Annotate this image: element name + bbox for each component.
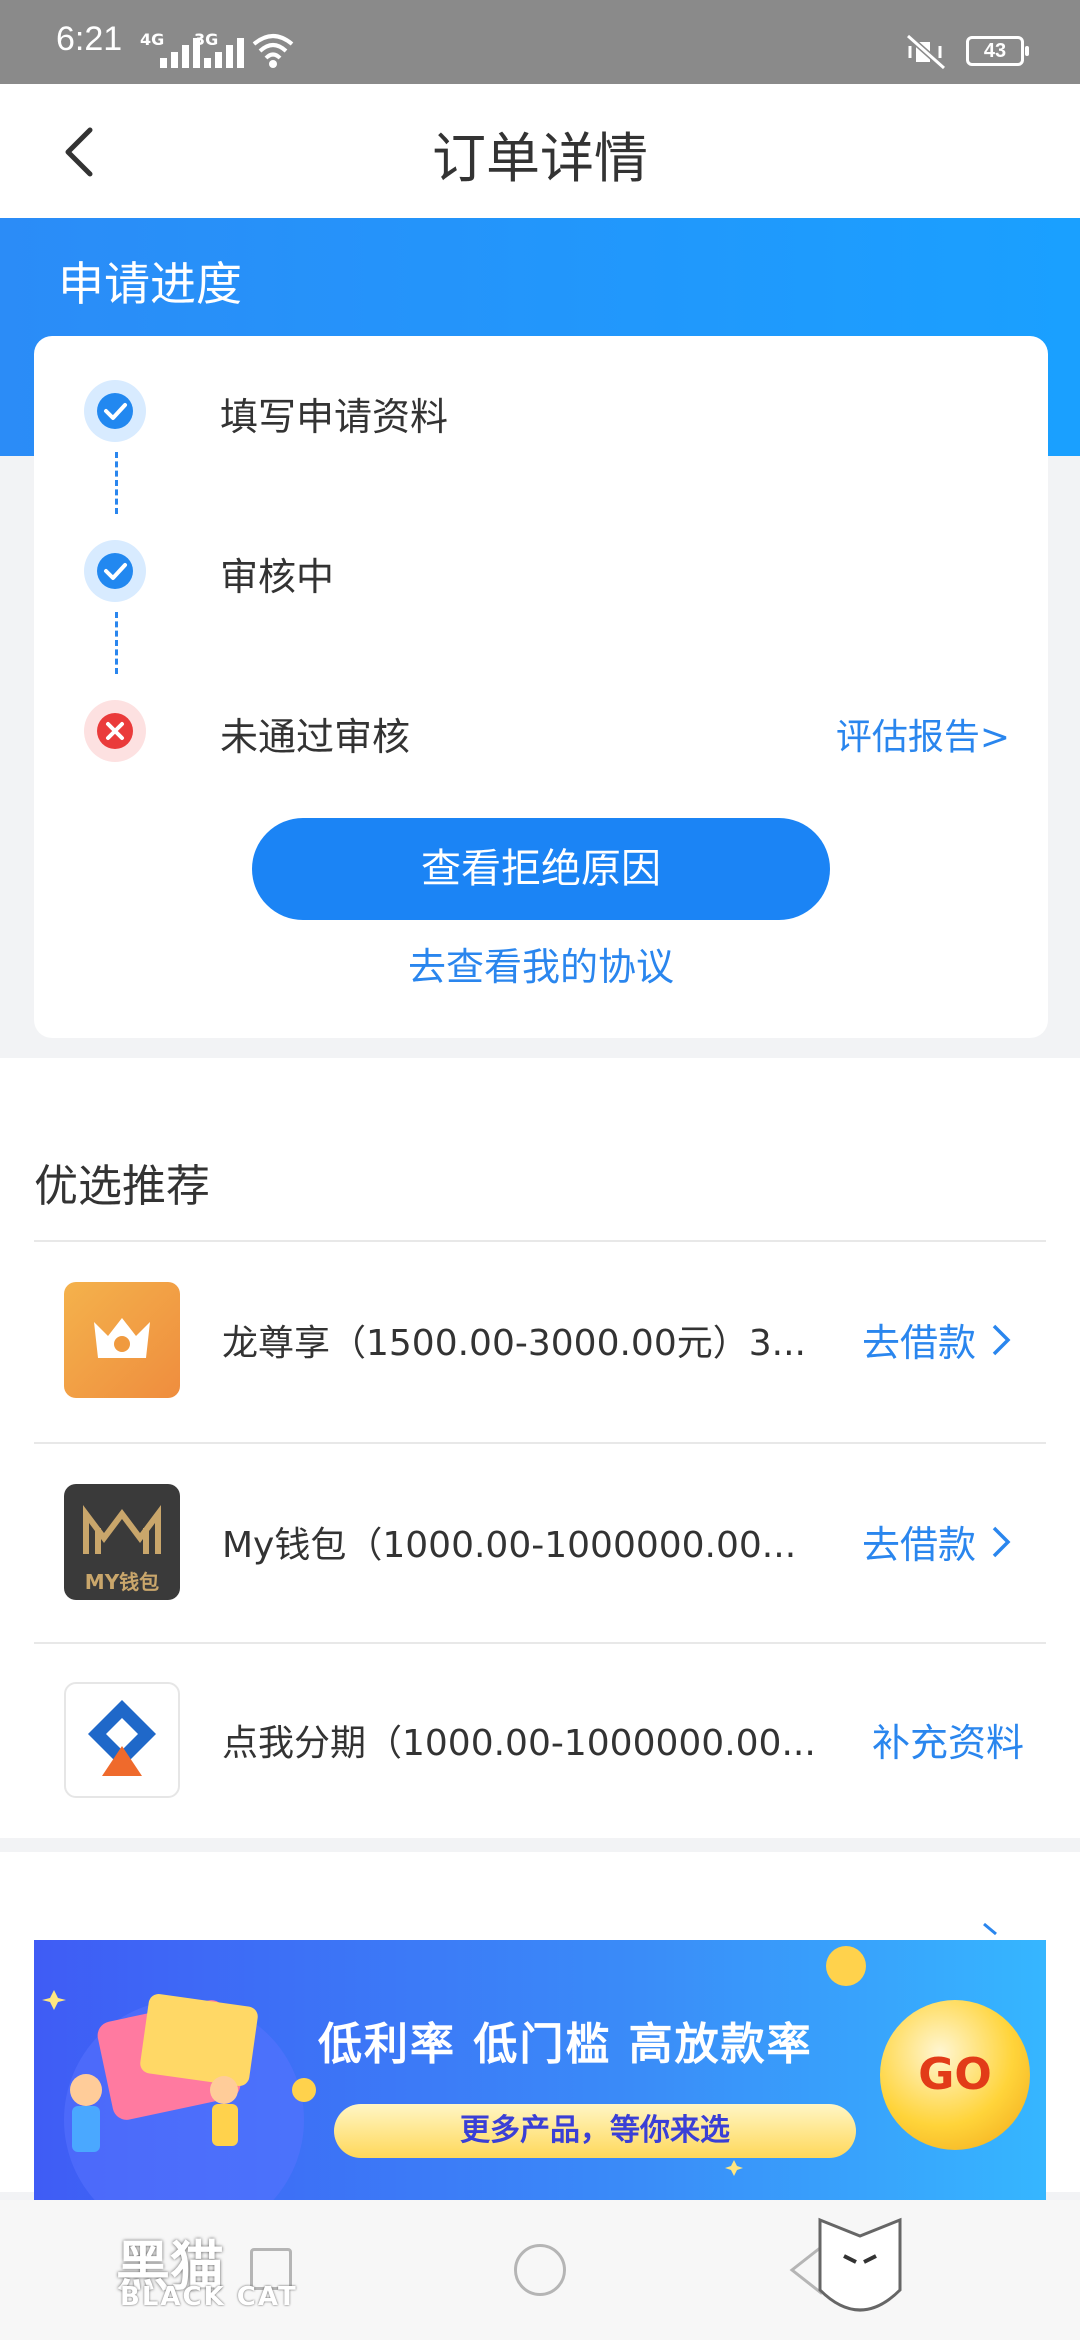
promo-banner[interactable]: 低利率 低门槛 高放款率 更多产品，等你来选 GO (34, 1940, 1046, 2200)
check-icon (84, 540, 146, 602)
home-button[interactable] (514, 2244, 566, 2296)
signal-icon-2 (204, 36, 244, 68)
progress-card: 填写申请资料 审核中 未通过审核 评估报告> 查看拒绝原因 去查看我的协议 (34, 336, 1048, 1038)
step-label: 填写申请资料 (220, 395, 449, 439)
my-wallet-logo-icon: MY钱包 (64, 1484, 180, 1600)
nav-bar: 订单详情 (0, 84, 1080, 218)
recommend-item[interactable]: 点我分期（1000.00-1000000.00... 补充资料 (34, 1642, 1046, 1842)
wifi-icon (252, 34, 294, 68)
view-rejection-reason-button[interactable]: 查看拒绝原因 (252, 818, 830, 920)
watermark-en: BLACK CAT (120, 2282, 298, 2312)
black-cat-logo-icon (818, 2217, 902, 2312)
product-name: 龙尊享（1500.00-3000.00元）3... (222, 1323, 806, 1364)
step-connector (115, 452, 118, 514)
chevron-right-icon (992, 1324, 1011, 1355)
step-rejected: 未通过审核 评估报告> (84, 700, 1010, 770)
product-name: 点我分期（1000.00-1000000.00... (222, 1723, 816, 1764)
diamond-logo-icon (64, 1682, 180, 1798)
banner-headline: 低利率 低门槛 高放款率 (318, 2019, 813, 2070)
banner-subline: 更多产品，等你来选 (334, 2104, 856, 2158)
progress-title: 申请进度 (58, 257, 242, 311)
cross-icon (84, 700, 146, 762)
go-borrow-button[interactable]: 去借款 (862, 1312, 1012, 1367)
supplement-info-button[interactable]: 补充资料 (872, 1712, 1024, 1767)
status-time: 6:21 (56, 20, 123, 58)
step-label: 审核中 (220, 555, 335, 599)
action-label: 补充资料 (871, 1721, 1024, 1765)
action-label: 去借款 (861, 1321, 976, 1365)
step-reviewing: 审核中 (84, 540, 1004, 610)
chevron-right-icon (983, 1922, 997, 1936)
go-button[interactable]: GO (880, 2000, 1030, 2150)
recommend-section: 优选推荐 龙尊享（1500.00-3000.00元）3... 去借款 MY钱包 … (0, 1058, 1080, 1838)
status-bar: 6:21 4G 3G 43 (0, 0, 1080, 84)
chevron-right-icon (992, 1526, 1011, 1557)
recommend-item[interactable]: 龙尊享（1500.00-3000.00元）3... 去借款 (34, 1242, 1046, 1442)
logo-text: MY钱包 (84, 1570, 160, 1594)
crown-logo-icon (64, 1282, 180, 1398)
recommend-title: 优选推荐 (34, 1161, 210, 1212)
step-connector (115, 612, 118, 674)
step-label: 未通过审核 (220, 715, 411, 759)
check-icon (84, 380, 146, 442)
view-agreement-link[interactable]: 去查看我的协议 (34, 936, 1048, 991)
step-fill-info: 填写申请资料 (84, 380, 1004, 450)
mute-icon (906, 34, 946, 70)
product-name: My钱包（1000.00-1000000.00... (222, 1525, 797, 1566)
action-label: 去借款 (861, 1523, 976, 1567)
go-borrow-button[interactable]: 去借款 (862, 1514, 1012, 1569)
assessment-report-link[interactable]: 评估报告> (836, 708, 1010, 760)
battery-icon: 43 (966, 36, 1029, 66)
page-title: 订单详情 (432, 127, 648, 190)
recommend-item[interactable]: MY钱包 My钱包（1000.00-1000000.00... 去借款 (34, 1444, 1046, 1644)
